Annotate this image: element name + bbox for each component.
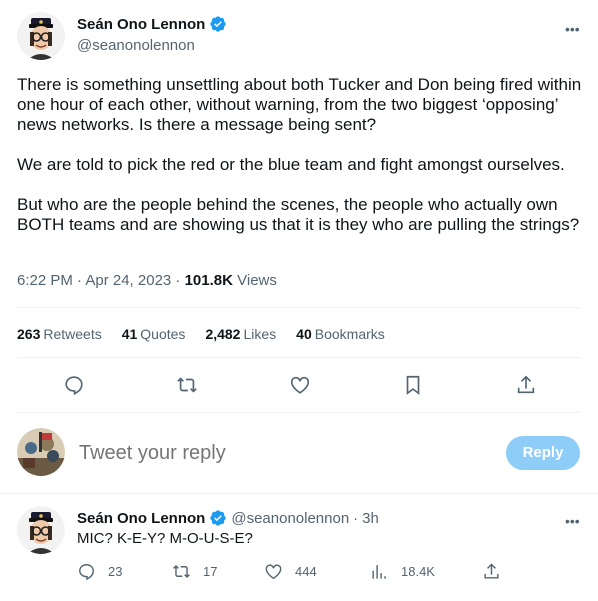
retweet-icon: [173, 564, 190, 579]
bookmark-icon[interactable]: [402, 374, 424, 396]
divider: [17, 412, 581, 413]
reply-actions: 23 17 444 18.4K: [77, 562, 517, 582]
quotes-count: 41: [121, 326, 138, 342]
views-count: 18.4K: [401, 564, 435, 579]
share-icon[interactable]: [515, 374, 537, 396]
quotes-label: Quotes: [140, 326, 186, 342]
verified-badge-icon: [209, 509, 227, 527]
reply-icon: [79, 564, 94, 581]
retweets-label: Retweets: [43, 326, 102, 342]
quotes-stat[interactable]: 41 Quotes: [122, 326, 186, 342]
reply-count: 23: [108, 564, 123, 579]
views-icon: [372, 565, 386, 579]
tweet-paragraph: But who are the people behind the scenes…: [17, 195, 580, 234]
tweet-paragraph: There is something unsettling about both…: [17, 75, 582, 134]
tweet-header: Seán Ono Lennon @seanonolennon •••: [17, 12, 587, 60]
reply-share-action[interactable]: [482, 562, 501, 581]
like-count: 444: [295, 564, 317, 579]
tweet-body: There is something unsettling about both…: [17, 75, 585, 255]
share-icon: [484, 563, 499, 579]
reply-reply-action[interactable]: 23: [77, 562, 122, 581]
separator-dot: ·: [353, 509, 359, 527]
reply-author-avatar[interactable]: [17, 506, 65, 554]
reply-header: Seán Ono Lennon @seanonolennon · 3h: [77, 509, 379, 527]
tweet-stats: 263 Retweets 41 Quotes 2,482 Likes 40 Bookma…: [17, 326, 405, 342]
verified-badge-icon: [209, 15, 227, 33]
author-handle[interactable]: @seanonolennon: [77, 37, 227, 54]
author-avatar[interactable]: [17, 12, 65, 60]
views-count: 101.8K: [184, 272, 233, 289]
retweets-count: 263: [17, 326, 41, 342]
divider: [17, 307, 581, 308]
reply-time[interactable]: 3h: [362, 510, 379, 527]
views-label: Views: [232, 272, 277, 289]
tweet-timestamp[interactable]: 6:22 PM · Apr 24, 2023 ·: [17, 272, 185, 289]
reply-views-action[interactable]: 18.4K: [370, 562, 435, 581]
reply-display-name[interactable]: Seán Ono Lennon: [77, 510, 205, 527]
tweet-actions: [0, 368, 598, 404]
tweet-meta: 6:22 PM · Apr 24, 2023 · 101.8K Views: [17, 272, 277, 289]
divider: [17, 357, 581, 358]
reply-retweet-action[interactable]: 17: [172, 562, 217, 581]
bookmarks-stat[interactable]: 40 Bookmarks: [296, 326, 385, 342]
reply-input[interactable]: [79, 442, 479, 465]
reply-handle[interactable]: @seanonolennon: [231, 510, 349, 527]
display-name-text[interactable]: Seán Ono Lennon: [77, 16, 205, 33]
bookmarks-count: 40: [296, 326, 312, 342]
retweet-count: 17: [203, 564, 218, 579]
more-options-icon[interactable]: •••: [565, 514, 580, 528]
like-icon[interactable]: [289, 374, 311, 396]
author-display-name[interactable]: Seán Ono Lennon: [77, 15, 227, 33]
more-options-icon[interactable]: •••: [565, 22, 580, 36]
retweet-icon[interactable]: [176, 374, 198, 396]
reply-text: MIC? K-E-Y? M-O-U-S-E?: [77, 530, 253, 547]
reply-tweet: Seán Ono Lennon @seanonolennon · 3h ••• …: [0, 494, 598, 601]
tweet-paragraph: We are told to pick the red or the blue …: [17, 155, 565, 174]
reply-button[interactable]: Reply: [506, 436, 580, 470]
reply-like-action[interactable]: 444: [264, 562, 317, 581]
likes-label: Likes: [243, 326, 277, 342]
like-icon: [265, 564, 282, 580]
reply-composer: Reply: [0, 424, 598, 484]
retweets-stat[interactable]: 263 Retweets: [17, 326, 102, 342]
author-names: Seán Ono Lennon @seanonolennon: [77, 15, 227, 54]
likes-count: 2,482: [205, 326, 241, 342]
likes-stat[interactable]: 2,482 Likes: [205, 326, 276, 342]
user-avatar[interactable]: [17, 428, 65, 476]
bookmarks-label: Bookmarks: [314, 326, 385, 342]
reply-icon[interactable]: [63, 374, 85, 396]
